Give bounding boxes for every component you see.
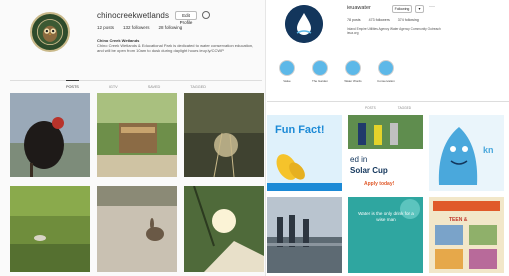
followers-count[interactable]: 473 followers (369, 18, 390, 22)
post-water-character[interactable]: kn (429, 115, 504, 191)
highlight-cover-icon (312, 60, 328, 76)
profile-tabs: POSTS IGTV SAVED TAGGED (10, 80, 262, 89)
highlight-water-words[interactable]: Water Words (343, 60, 363, 83)
quote-text: Water is the only drink for a wise man (358, 211, 414, 222)
post-people-on-tower[interactable] (267, 197, 342, 273)
post-rabbit[interactable] (97, 186, 177, 272)
highlight-the-garden[interactable]: The Garden (310, 60, 330, 83)
profile-avatar-ieua-logo[interactable] (285, 5, 323, 43)
post-solar-cup[interactable]: ed in Solar Cup Apply today! (348, 115, 423, 191)
bio-text: Chino Creek Wetlands & Educational Park … (97, 43, 254, 54)
owl-logo-icon (33, 15, 67, 49)
tab-saved[interactable]: SAVED (148, 85, 161, 89)
profile-username: ieuawater (347, 5, 371, 11)
solar-apply: Apply today! (364, 181, 395, 187)
post-teen-event[interactable]: TEEN & (429, 197, 504, 273)
edit-profile-button[interactable]: Edit Profile (175, 11, 197, 25)
solar-text-2: Solar Cup (350, 166, 388, 175)
highlight-cover-icon (378, 60, 394, 76)
fun-fact-title: Fun Fact! (275, 124, 325, 136)
profile-stats: 12 posts 132 followers 28 following (97, 25, 182, 30)
suggestions-dropdown-button[interactable]: ▾ (415, 5, 424, 13)
highlight-label: Conservation (377, 79, 395, 83)
highlight-label: Water Words (344, 79, 362, 83)
tab-posts[interactable]: POSTS (365, 106, 376, 110)
profile-tabs: POSTS TAGGED (267, 101, 509, 110)
highlight-conservation[interactable]: Conservation (376, 60, 396, 83)
profile-bio: Inland Empire Utilities Agency Water Age… (347, 27, 441, 36)
water-drop-logo-icon (285, 5, 323, 43)
following-count[interactable]: 28 following (159, 25, 183, 30)
post-bird-in-grass[interactable] (10, 186, 90, 272)
post-book-sunlight[interactable] (184, 186, 264, 272)
highlight-cover-icon (345, 60, 361, 76)
teen-text: TEEN & (449, 217, 468, 223)
more-options-icon[interactable]: ··· (429, 4, 435, 10)
tab-igtv[interactable]: IGTV (109, 85, 118, 89)
solar-text-1: ed in (350, 155, 367, 164)
profile-avatar-owl-logo[interactable] (30, 12, 70, 52)
profile-bio: Chino Creek Wetlands Chino Creek Wetland… (97, 38, 257, 54)
profile-stats: 78 posts 473 followers 374 following (347, 18, 419, 22)
knowledge-text: kn (483, 145, 494, 155)
posts-count[interactable]: 78 posts (347, 18, 361, 22)
post-grass-sunset[interactable] (184, 93, 264, 177)
highlight-label: Value (283, 79, 291, 83)
highlight-cover-icon (279, 60, 295, 76)
left-profile-window: chinocreekwetlands Edit Profile 12 posts… (0, 0, 266, 276)
tab-posts[interactable]: POSTS (65, 80, 79, 89)
gear-icon[interactable] (202, 11, 210, 19)
posts-count[interactable]: 12 posts (97, 25, 114, 30)
right-profile-window: ieuawater Following ▾ ··· 78 posts 473 f… (267, 0, 509, 276)
following-count[interactable]: 374 following (398, 18, 419, 22)
post-turkey-vulture[interactable] (10, 93, 90, 177)
post-fun-fact[interactable]: Fun Fact! (267, 115, 342, 191)
following-button[interactable]: Following (392, 5, 412, 13)
tab-tagged[interactable]: TAGGED (190, 85, 206, 89)
post-picnic-basket[interactable] (97, 93, 177, 177)
post-water-quote[interactable]: Water is the only drink for a wise man (348, 197, 423, 273)
tab-tagged[interactable]: TAGGED (398, 106, 411, 110)
highlight-value[interactable]: Value (277, 60, 297, 83)
followers-count[interactable]: 132 followers (123, 25, 150, 30)
highlight-label: The Garden (311, 79, 328, 83)
profile-username: chinocreekwetlands (97, 11, 170, 20)
